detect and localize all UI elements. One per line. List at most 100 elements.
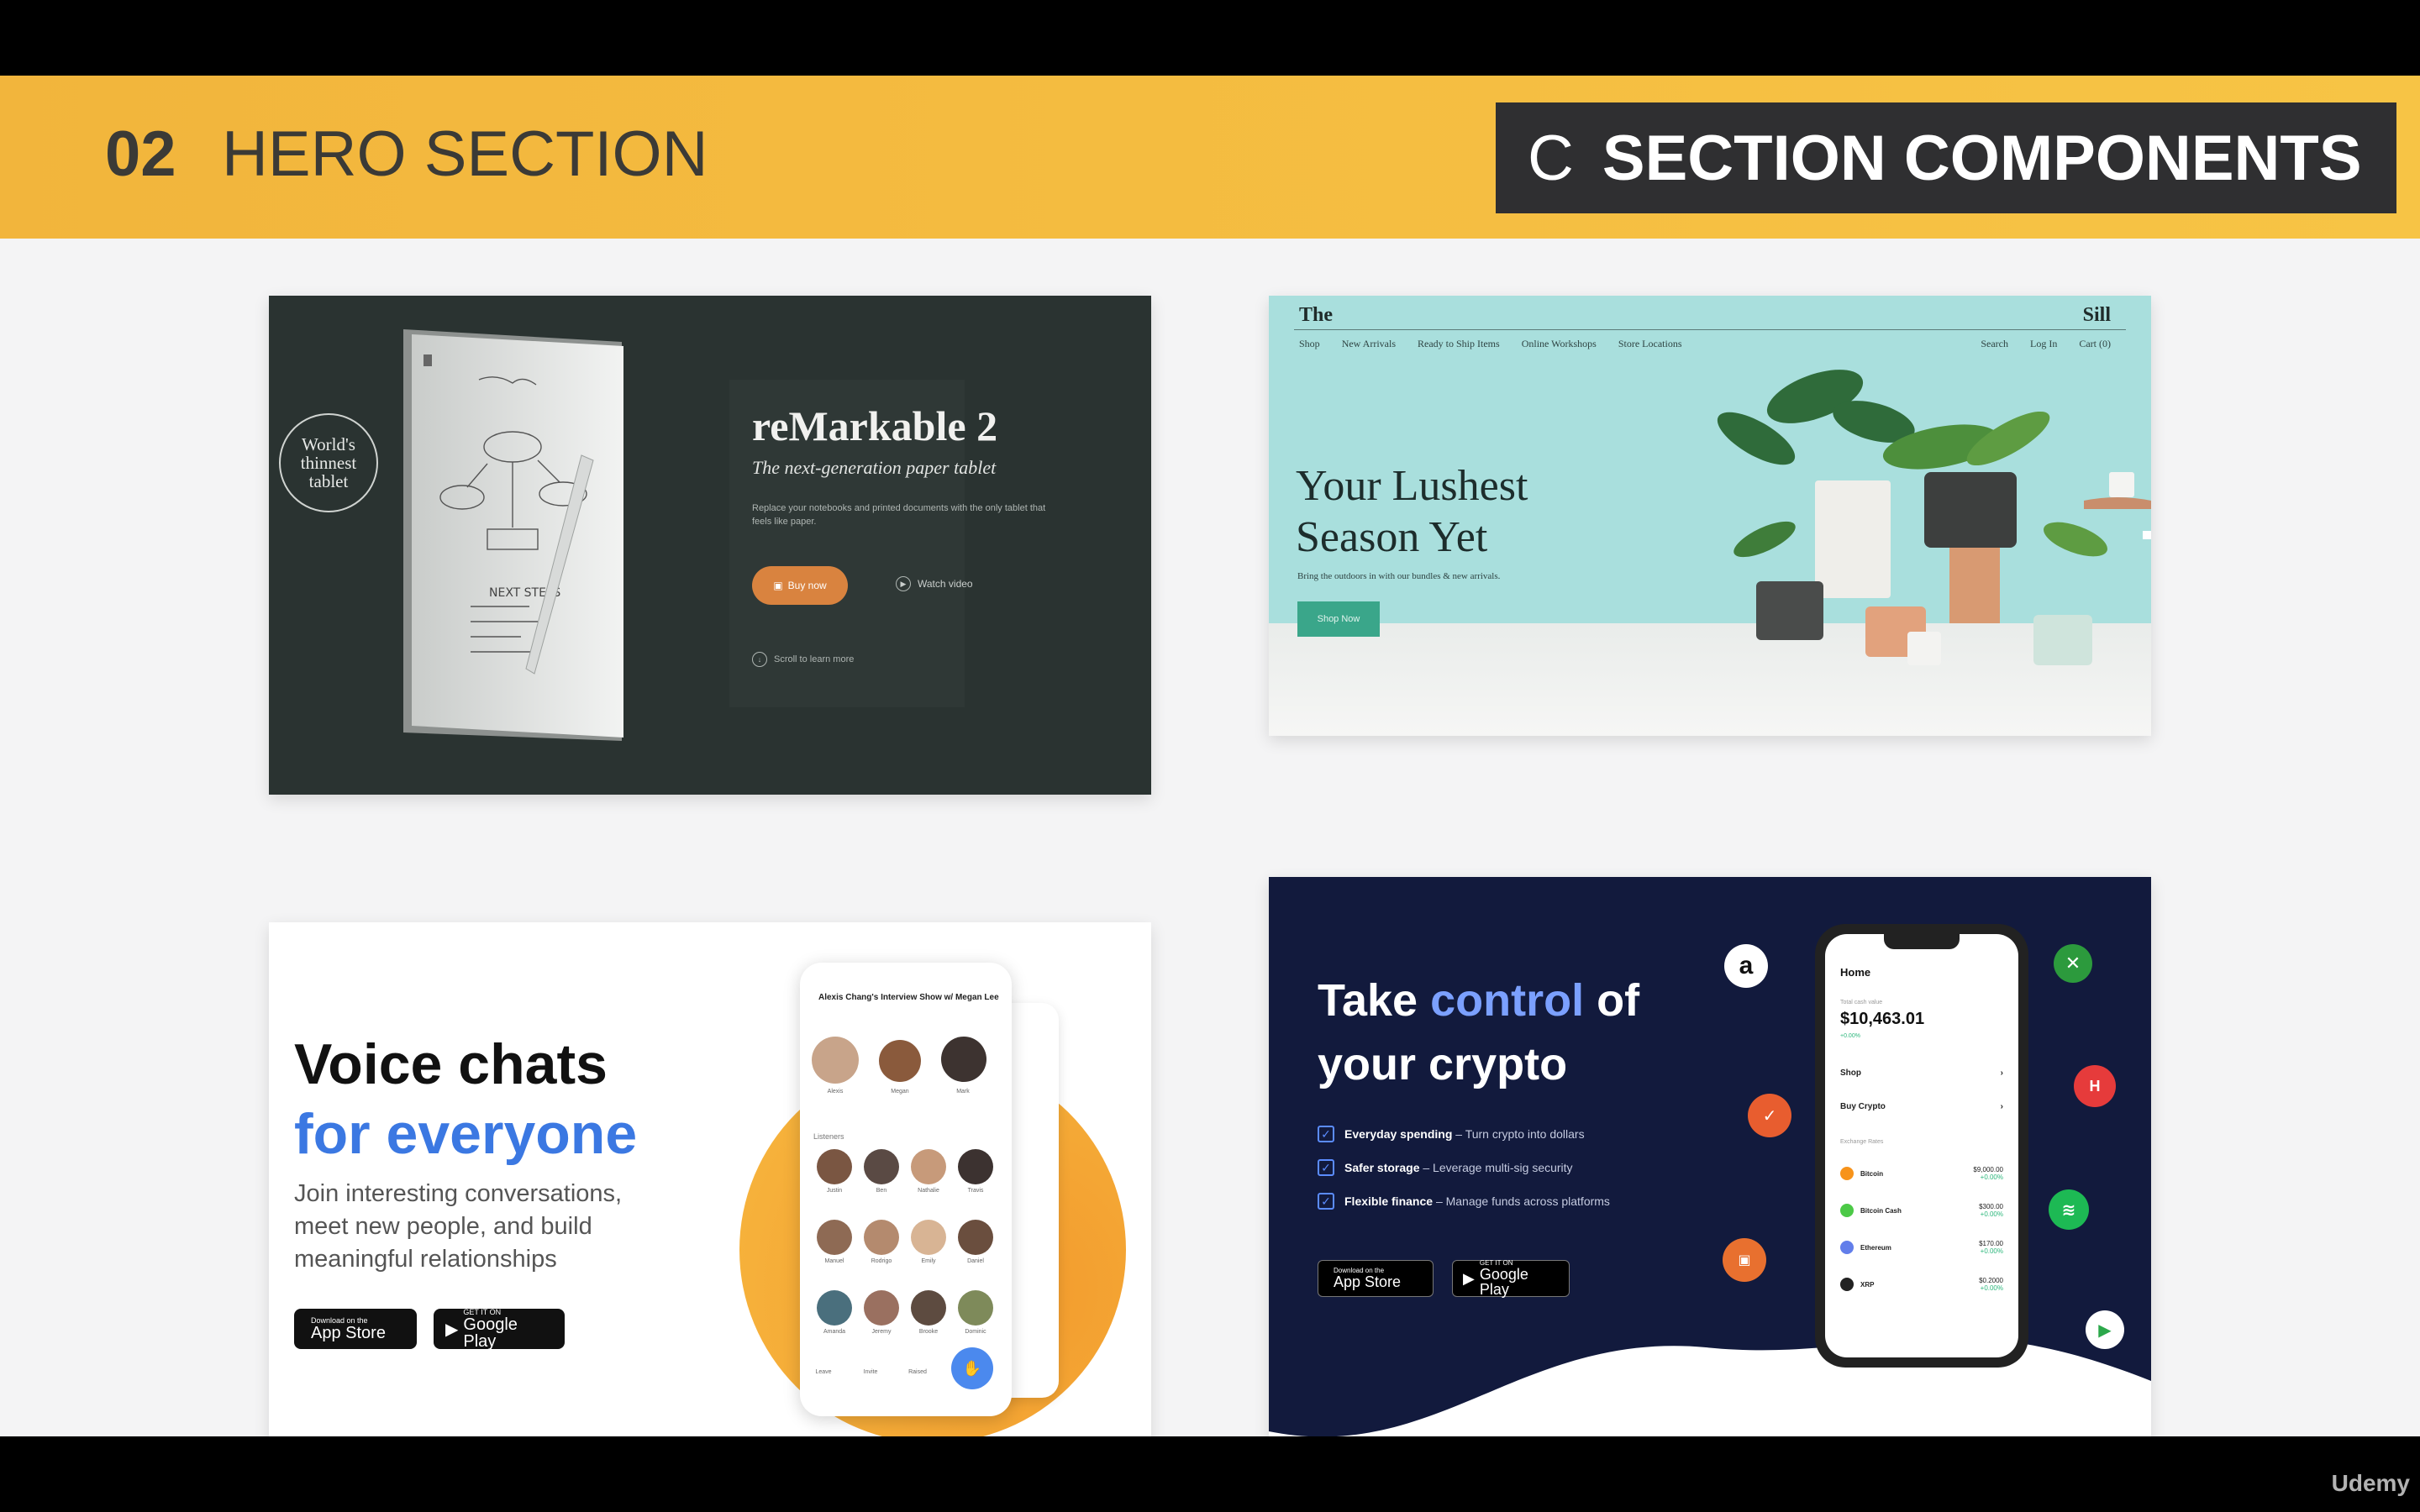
amazon-icon: a xyxy=(1724,944,1768,988)
arrow-down-icon: ↓ xyxy=(752,652,767,667)
app-store-big: App Store xyxy=(311,1323,386,1342)
play-store-icon: ▶ xyxy=(1463,1269,1475,1287)
section-number: 02 xyxy=(105,118,176,190)
raise-hand-icon[interactable]: ✋ xyxy=(951,1347,993,1389)
clubhouse-hero-example: Voice chats for everyone Join interestin… xyxy=(269,922,1151,1436)
google-play-big: Google Play xyxy=(1479,1266,1528,1298)
coin-row[interactable]: Bitcoin Cash $300.00 +0.00% xyxy=(1840,1198,2003,1223)
wallet-phone-mockup: Home Total cash value $10,463.01 +0.00% … xyxy=(1815,924,2028,1368)
coin-change: +0.00% xyxy=(1980,1247,2003,1255)
google-play-badge[interactable]: ▶ GET IT ON Google Play xyxy=(434,1308,565,1351)
speaker-name: Mark xyxy=(956,1089,970,1095)
nav-item-new-arrivals[interactable]: New Arrivals xyxy=(1342,338,1396,350)
category-letter: C xyxy=(1528,122,1574,194)
listener-name: Justin xyxy=(826,1188,843,1194)
listener-avatar xyxy=(864,1290,899,1326)
raised-label[interactable]: Raised xyxy=(897,1369,938,1375)
google-play-text: GET IT ON Google Play xyxy=(1479,1260,1559,1298)
balance-label: Total cash value xyxy=(1840,1000,1883,1005)
checkbox-icon: ✓ xyxy=(1318,1159,1334,1176)
listener-avatar xyxy=(864,1220,899,1255)
coin-change: +0.00% xyxy=(1980,1210,2003,1218)
menu-shop[interactable]: Shop › xyxy=(1840,1068,2003,1078)
nav-item-shop[interactable]: Shop xyxy=(1299,338,1320,350)
coin-name: Bitcoin xyxy=(1860,1169,1884,1178)
coin-icon xyxy=(1840,1278,1854,1291)
headline-accent: control xyxy=(1430,975,1585,1026)
buy-now-button[interactable]: ▣ Buy now xyxy=(752,566,848,605)
coin-price: $9,000.00 +0.00% xyxy=(1973,1166,2003,1181)
listener-name: Brooke xyxy=(918,1329,939,1335)
logo-right: Sill xyxy=(2082,304,2111,326)
hero-headline: Your Lushest Season Yet xyxy=(1296,462,1528,562)
google-play-brand-icon: ▶ xyxy=(2086,1310,2124,1349)
listeners-label: Listeners xyxy=(813,1132,844,1141)
slide: 02 HERO SECTION C SECTION COMPONENTS Wor… xyxy=(0,76,2420,1436)
bag-icon: ▣ xyxy=(773,580,783,591)
listener-name: Rodrigo xyxy=(871,1258,892,1264)
speaker-name: Alexis xyxy=(827,1089,844,1095)
coin-name: Bitcoin Cash xyxy=(1860,1206,1902,1215)
coin-price-value: $170.00 xyxy=(1979,1240,2003,1247)
listener-name: Emily xyxy=(921,1258,936,1264)
thinnest-tablet-badge: World's thinnest tablet xyxy=(279,413,378,512)
listener-avatar xyxy=(958,1290,993,1326)
wallet-screen: Home Total cash value $10,463.01 +0.00% … xyxy=(1825,934,2018,1357)
nav-divider xyxy=(1294,329,2126,330)
listener-name: Jeremy xyxy=(871,1329,892,1335)
listener-name: Nathalie xyxy=(918,1188,939,1194)
coin-icon xyxy=(1840,1241,1854,1254)
headline-line-2: your crypto xyxy=(1318,1038,1568,1089)
chevron-right-icon: › xyxy=(2000,1102,2003,1111)
watch-video-link[interactable]: ▶ Watch video xyxy=(896,576,973,591)
speaker-avatar xyxy=(879,1040,921,1082)
product-description: Replace your notebooks and printed docum… xyxy=(752,503,1046,527)
remarkable-hero-example: World's thinnest tablet NEXT STEPS reMar… xyxy=(269,296,1151,795)
feature-text: – Leverage multi-sig security xyxy=(1423,1161,1573,1174)
scroll-hint[interactable]: ↓ Scroll to learn more xyxy=(752,652,854,667)
speaker-avatar xyxy=(941,1037,986,1082)
leave-label[interactable]: Leave xyxy=(803,1369,844,1375)
headline-post: of xyxy=(1584,975,1640,1026)
coin-price-value: $9,000.00 xyxy=(1973,1166,2003,1173)
invite-label[interactable]: Invite xyxy=(850,1369,891,1375)
app-store-badge[interactable]: Download on the App Store xyxy=(1318,1260,1434,1297)
menu-buy-crypto[interactable]: Buy Crypto › xyxy=(1840,1102,2003,1111)
coin-row[interactable]: Ethereum $170.00 +0.00% xyxy=(1840,1235,2003,1260)
xbox-icon: ✕ xyxy=(2054,944,2092,983)
home-title: Home xyxy=(1840,966,1871,979)
the-sill-hero-example: The Sill Shop New Arrivals Ready to Ship… xyxy=(1269,296,2151,736)
app-store-text: Download on the App Store xyxy=(311,1316,386,1342)
nav-item-workshops[interactable]: Online Workshops xyxy=(1522,338,1597,350)
hero-subtext: Join interesting conversations, meet new… xyxy=(294,1180,623,1273)
phone-notch xyxy=(1884,934,1960,949)
feature-item: ✓ Flexible finance – Manage funds across… xyxy=(1318,1193,1610,1210)
room-title: Alexis Chang's Interview Show w/ Megan L… xyxy=(818,993,999,1002)
menu-buy-label: Buy Crypto xyxy=(1840,1102,1886,1111)
feature-text: – Manage funds across platforms xyxy=(1435,1194,1610,1208)
coin-row[interactable]: XRP $0.2000 +0.00% xyxy=(1840,1272,2003,1297)
google-play-badge[interactable]: ▶ GET IT ON Google Play xyxy=(1452,1260,1570,1297)
listener-name: Ben xyxy=(876,1188,887,1194)
coin-change: +0.00% xyxy=(1980,1284,2003,1292)
shop-now-button[interactable]: Shop Now xyxy=(1297,601,1380,637)
coin-change: +0.00% xyxy=(1980,1173,2003,1181)
nav-item-ready-to-ship[interactable]: Ready to Ship Items xyxy=(1418,338,1500,350)
presentation-screen: 02 HERO SECTION C SECTION COMPONENTS Wor… xyxy=(0,0,2420,1512)
coin-row[interactable]: Bitcoin $9,000.00 +0.00% xyxy=(1840,1161,2003,1186)
nav-item-stores[interactable]: Store Locations xyxy=(1618,338,1682,350)
coin-icon xyxy=(1840,1167,1854,1180)
coin-price: $300.00 +0.00% xyxy=(1979,1203,2003,1218)
coin-name: XRP xyxy=(1860,1280,1875,1289)
category-box: C SECTION COMPONENTS xyxy=(1496,102,2396,213)
checkbox-icon: ✓ xyxy=(1318,1193,1334,1210)
app-store-badge[interactable]: Download on the App Store xyxy=(294,1309,417,1349)
play-icon: ▶ xyxy=(896,576,911,591)
logo-left: The xyxy=(1299,304,1334,326)
listener-avatar xyxy=(817,1290,852,1326)
play-store-icon: ▶ xyxy=(445,1320,459,1339)
listener-avatar xyxy=(958,1220,993,1255)
product-tagline: The next-generation paper tablet xyxy=(752,457,997,478)
headline-line-1: Take control of xyxy=(1318,969,1639,1033)
google-play-big: Google Play xyxy=(463,1315,518,1351)
